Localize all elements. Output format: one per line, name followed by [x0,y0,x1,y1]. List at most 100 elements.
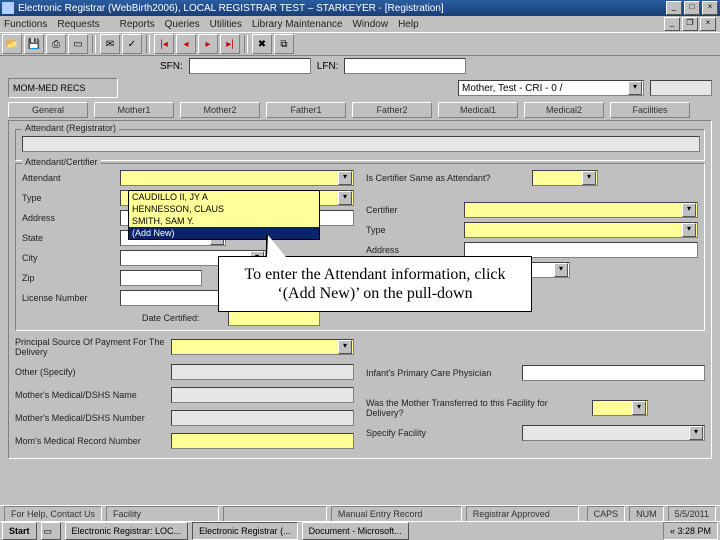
sfn-label: SFN: [160,61,183,72]
start-label: Start [9,526,30,536]
chevron-down-icon: ▾ [338,191,352,205]
mdi-minimize-button[interactable]: _ [664,17,680,31]
tb-split-icon[interactable]: ⧉ [274,34,294,54]
tab-general[interactable]: General [8,102,88,118]
group-attendant-registrator-title: Attendant (Registrator) [22,123,119,133]
transferred-dropdown[interactable]: ▾ [592,400,648,416]
mdi-close-button[interactable]: × [700,17,716,31]
dropdown-item[interactable]: HENNESSON, CLAUS [129,203,319,215]
registrator-field[interactable] [22,136,700,152]
status-approved: Registrar Approved [466,506,579,522]
tb-check-icon[interactable]: ✓ [122,34,142,54]
menu-queries[interactable]: Queries [165,19,200,30]
taskbar-item[interactable]: Document - Microsoft... [302,522,409,540]
attendant-dropdown-list: CAUDILLO II, JY A HENNESSON, CLAUS SMITH… [128,190,320,240]
tb-sep [146,35,150,53]
tab-mother1[interactable]: Mother1 [94,102,174,118]
close-button[interactable]: × [702,1,718,15]
tab-father1[interactable]: Father1 [266,102,346,118]
tb-send-icon[interactable]: ✉ [100,34,120,54]
tab-medical1[interactable]: Medical1 [438,102,518,118]
tb-first-icon[interactable]: |◂ [154,34,174,54]
tray-text: « 3:28 PM [670,526,711,536]
mother-dropdown[interactable]: Mother, Test - CRI - 0 / ▾ [458,80,644,96]
menu-reports[interactable]: Reports [120,19,155,30]
certifier-dropdown[interactable]: ▾ [464,202,698,218]
chevron-down-icon: ▾ [682,203,696,217]
menu-library[interactable]: Library Maintenance [252,19,343,30]
tab-strip: General Mother1 Mother2 Father1 Father2 … [8,102,712,118]
sfn-input[interactable] [189,58,311,74]
mother-dropdown-value: Mother, Test - CRI - 0 / [462,83,562,94]
tb-save-icon[interactable]: 💾 [24,34,44,54]
menu-window[interactable]: Window [352,19,388,30]
med-name-input[interactable] [171,387,354,403]
rec-num-input[interactable] [171,433,354,449]
tb-sep [244,35,248,53]
zip-input[interactable] [120,270,202,286]
status-empty [223,506,327,522]
menu-help[interactable]: Help [398,19,419,30]
tab-medical2[interactable]: Medical2 [524,102,604,118]
taskbar-item-active[interactable]: Electronic Registrar (... [192,522,298,540]
start-button[interactable]: Start [2,522,37,540]
tab-facilities[interactable]: Facilities [610,102,690,118]
minimize-button[interactable]: _ [666,1,682,15]
mdi-window-buttons: _ ❐ × [662,17,716,31]
window-buttons: _ □ × [664,1,718,15]
infant-phys-input[interactable] [522,365,705,381]
lfn-label: LFN: [317,61,339,72]
chevron-down-icon: ▾ [632,401,646,415]
menu-utilities[interactable]: Utilities [210,19,242,30]
instruction-callout: To enter the Attendant information, clic… [218,256,532,312]
is-same-label: Is Certifier Same as Attendant? [366,173,526,183]
status-num: NUM [629,506,664,522]
principal-dropdown[interactable]: ▾ [171,339,354,355]
tb-next-icon[interactable]: ▸ [198,34,218,54]
tb-prev-icon[interactable]: ◂ [176,34,196,54]
menu-requests[interactable]: Requests [57,19,99,30]
date-cert-input[interactable] [228,310,320,326]
principal-label: Principal Source Of Payment For The Deli… [15,337,165,357]
dropdown-item[interactable]: SMITH, SAM Y. [129,215,319,227]
menu-functions[interactable]: Functions [4,19,47,30]
taskbar: Start ▭ Electronic Registrar: LOC... Ele… [0,521,720,540]
lfn-input[interactable] [344,58,466,74]
certifier-label: Certifier [366,205,458,215]
quick-launch[interactable]: ▭ [41,522,61,540]
group-attendant-registrator: Attendant (Registrator) [15,129,705,161]
app-window: { "title": "Electronic Registrar (WebBir… [0,0,720,540]
city-label: City [22,253,114,263]
infant-phys-label: Infant's Primary Care Physician [366,368,516,378]
tb-print-icon[interactable]: ⎙ [46,34,66,54]
other-input[interactable] [171,364,354,380]
tab-mother2[interactable]: Mother2 [180,102,260,118]
tb-last-icon[interactable]: ▸| [220,34,240,54]
med-num-input[interactable] [171,410,354,426]
dropdown-item[interactable]: CAUDILLO II, JY A [129,191,319,203]
status-manual: Manual Entry Record [331,506,462,522]
mdi-restore-button[interactable]: ❐ [682,17,698,31]
is-same-dropdown[interactable]: ▾ [532,170,598,186]
group-attendant-title: Attendant/Certifier [22,157,101,167]
taskbar-item[interactable]: Electronic Registrar: LOC... [65,522,189,540]
rtype-dropdown[interactable]: ▾ [464,222,698,238]
tb-open-icon[interactable]: 📂 [2,34,22,54]
dropdown-item-add-new[interactable]: (Add New) [129,227,319,239]
maximize-button[interactable]: □ [684,1,700,15]
med-num-label: Mother's Medical/DSHS Number [15,413,165,423]
lower-right-col: Infant's Primary Care Physician Was the … [366,337,705,452]
specify-fac-label: Specify Facility [366,428,516,438]
tab-father2[interactable]: Father2 [352,102,432,118]
status-help: For Help, Contact Us [4,506,102,522]
mom-med-recs-group: MOM-MED RECS [8,78,118,98]
sfn-bar: SFN: LFN: [0,56,720,76]
tb-preview-icon[interactable]: ▭ [68,34,88,54]
tb-close-icon[interactable]: ✖ [252,34,272,54]
system-tray[interactable]: « 3:28 PM [663,522,718,540]
specify-fac-dropdown[interactable]: ▾ [522,425,705,441]
tb-sep [92,35,96,53]
top-ro-field [650,80,712,96]
attendant-dropdown[interactable]: ▾ [120,170,354,186]
lower-left-col: Principal Source Of Payment For The Deli… [15,337,354,452]
